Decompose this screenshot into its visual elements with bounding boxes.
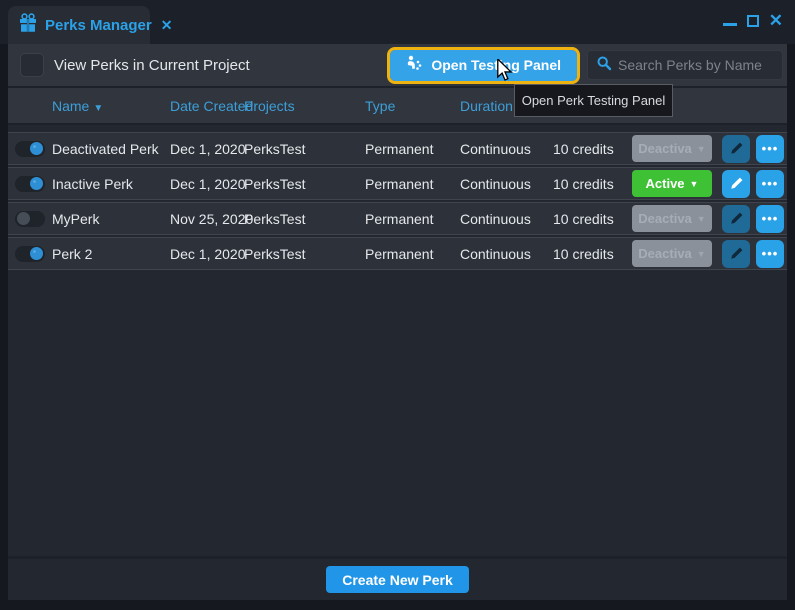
perk-name: Perk 2 [52,246,170,262]
perk-type: Permanent [365,176,460,192]
perk-duration: Continuous [460,211,553,227]
perk-type: Permanent [365,211,460,227]
toolbar: View Perks in Current Project Open Te [8,44,787,86]
sort-desc-icon: ▼ [93,103,103,114]
table-row: Inactive Perk Dec 1, 2020 PerksTest Perm… [8,167,787,200]
window-controls: ✕ [723,12,783,29]
main-content: View Perks in Current Project Open Te [8,44,787,600]
minimize-icon[interactable] [723,23,737,26]
perk-project: PerksTest [244,246,365,262]
more-options-button[interactable]: ••• [756,240,784,268]
gift-icon [18,13,38,38]
search-icon [596,55,612,76]
header-date-created[interactable]: Date Created [170,98,244,114]
view-perks-checkbox[interactable] [20,53,44,77]
tab-title: Perks Manager [45,17,152,34]
table-row: Perk 2 Dec 1, 2020 PerksTest Permanent C… [8,237,787,270]
open-testing-panel-button[interactable]: Open Testing Panel [390,50,577,81]
perks-manager-window: Perks Manager ✕ ✕ View Perks in Current … [0,0,795,610]
perk-cost: 10 credits [553,211,632,227]
perk-enabled-toggle[interactable] [15,211,45,227]
perk-date: Nov 25, 2020 [170,211,244,227]
perk-project: PerksTest [244,211,365,227]
search-input[interactable] [618,57,774,73]
tab-perks-manager[interactable]: Perks Manager ✕ [8,6,150,44]
perk-enabled-toggle[interactable] [15,176,45,192]
perks-list: Deactivated Perk Dec 1, 2020 PerksTest P… [8,123,787,556]
window-close-icon[interactable]: ✕ [769,12,783,29]
status-dropdown[interactable]: Deactiva▼ [632,240,712,267]
perk-duration: Continuous [460,246,553,262]
edit-perk-button[interactable] [722,205,750,233]
testing-dummy-icon [406,55,423,75]
perk-enabled-toggle[interactable] [15,141,45,157]
header-projects[interactable]: Projects [244,98,365,114]
edit-perk-button[interactable] [722,135,750,163]
open-testing-panel-label: Open Testing Panel [431,57,561,73]
search-box[interactable] [587,50,783,80]
table-row: MyPerk Nov 25, 2020 PerksTest Permanent … [8,202,787,235]
status-dropdown[interactable]: Deactiva▼ [632,135,712,162]
perk-date: Dec 1, 2020 [170,246,244,262]
edit-perk-button[interactable] [722,240,750,268]
perk-cost: 10 credits [553,246,632,262]
perk-duration: Continuous [460,176,553,192]
perk-cost: 10 credits [553,141,632,157]
perk-project: PerksTest [244,176,365,192]
more-options-button[interactable]: ••• [756,170,784,198]
more-options-button[interactable]: ••• [756,205,784,233]
perk-name: Deactivated Perk [52,141,170,157]
perk-type: Permanent [365,246,460,262]
maximize-icon[interactable] [747,15,759,27]
table-row: Deactivated Perk Dec 1, 2020 PerksTest P… [8,132,787,165]
status-dropdown[interactable]: Active▼ [632,170,712,197]
view-perks-label: View Perks in Current Project [54,57,250,74]
perk-name: Inactive Perk [52,176,170,192]
tab-bar: Perks Manager ✕ ✕ [0,0,795,44]
header-type[interactable]: Type [365,98,460,114]
tooltip: Open Perk Testing Panel [514,84,673,117]
perk-name: MyPerk [52,211,170,227]
perk-duration: Continuous [460,141,553,157]
perk-date: Dec 1, 2020 [170,141,244,157]
create-new-perk-button[interactable]: Create New Perk [326,566,469,593]
more-options-button[interactable]: ••• [756,135,784,163]
perk-date: Dec 1, 2020 [170,176,244,192]
perk-type: Permanent [365,141,460,157]
perk-cost: 10 credits [553,176,632,192]
chevron-down-icon: ▼ [690,179,699,189]
chevron-down-icon: ▼ [697,214,706,224]
status-dropdown[interactable]: Deactiva▼ [632,205,712,232]
perk-project: PerksTest [244,141,365,157]
perk-enabled-toggle[interactable] [15,246,45,262]
chevron-down-icon: ▼ [697,249,706,259]
header-name[interactable]: Name▼ [52,98,170,114]
edit-perk-button[interactable] [722,170,750,198]
tab-close-icon[interactable]: ✕ [161,17,173,34]
chevron-down-icon: ▼ [697,144,706,154]
footer: Create New Perk [8,556,787,600]
